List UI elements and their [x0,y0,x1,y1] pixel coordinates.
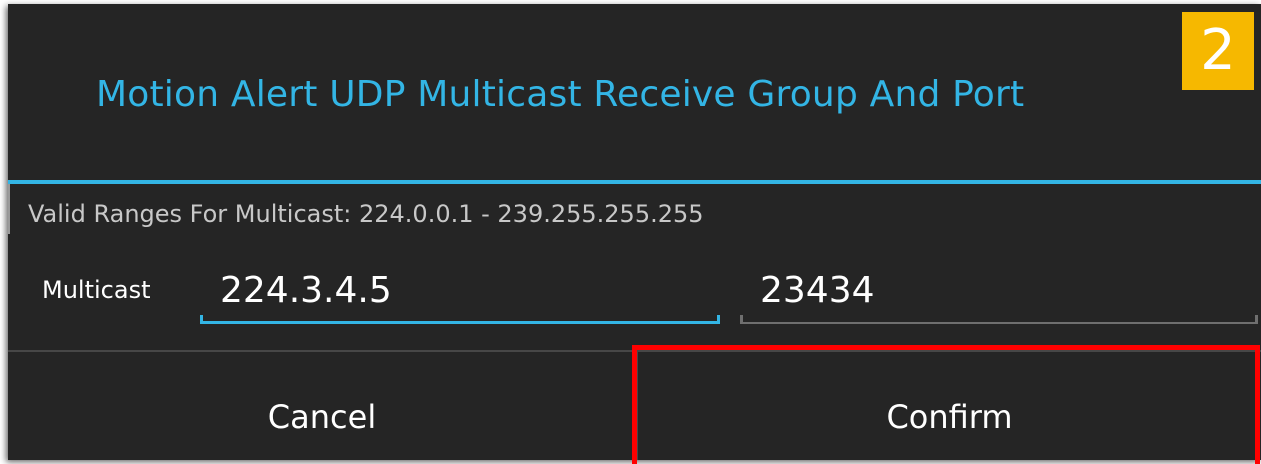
valid-ranges-hint: Valid Ranges For Multicast: 224.0.0.1 - … [28,200,704,228]
multicast-port-input[interactable]: 23434 [740,266,1258,324]
title-divider [8,180,1261,184]
multicast-dialog: Motion Alert UDP Multicast Receive Group… [8,4,1261,460]
dialog-title: Motion Alert UDP Multicast Receive Group… [96,74,1025,115]
input-underline [740,322,1258,324]
input-underline [200,321,720,324]
underline-left-tick [200,315,203,324]
confirm-button[interactable]: Confirm [638,352,1261,460]
multicast-group-input[interactable]: 224.3.4.5 [200,266,720,324]
multicast-group-value: 224.3.4.5 [220,270,392,311]
underline-right-tick [717,315,720,324]
screenshot-frame: Motion Alert UDP Multicast Receive Group… [0,0,1261,464]
underline-left-tick [740,315,743,324]
underline-right-tick [1255,315,1258,324]
cancel-button[interactable]: Cancel [8,352,636,460]
multicast-label: Multicast [42,276,151,304]
step-number-badge: 2 [1182,12,1254,90]
left-edge-marker [8,184,10,234]
multicast-port-value: 23434 [760,270,875,311]
